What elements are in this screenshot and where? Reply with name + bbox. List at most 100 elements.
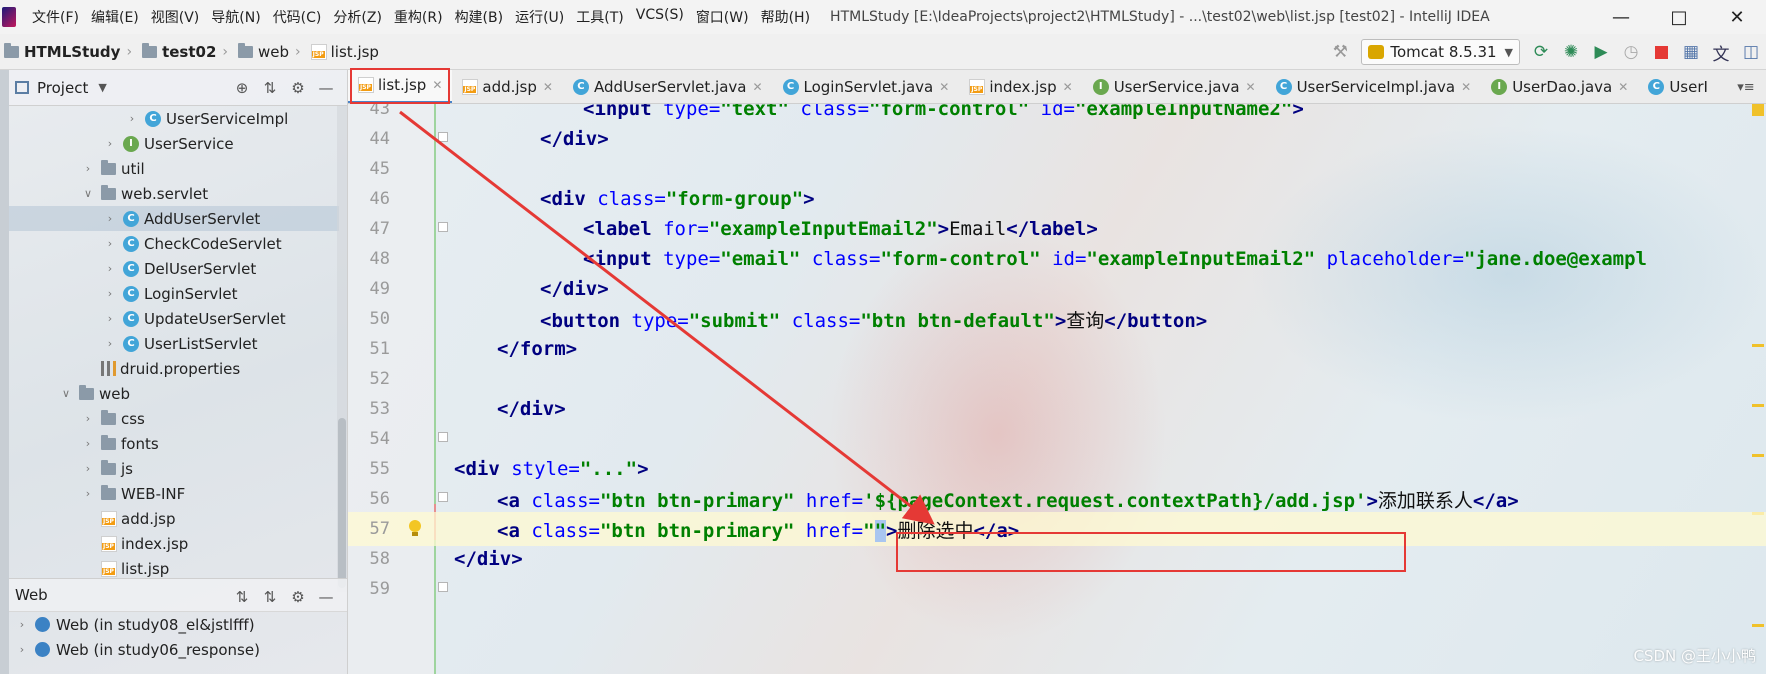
editor-tab[interactable]: C AddUserServlet.java ✕	[563, 70, 773, 103]
chevron-right-icon[interactable]: ›	[125, 112, 139, 125]
chevron-right-icon[interactable]: ›	[15, 643, 29, 656]
chevron-right-icon[interactable]: ›	[81, 162, 95, 175]
tree-item[interactable]: › C UserListServlet	[9, 331, 339, 356]
menu-item[interactable]: 重构(R)	[388, 7, 449, 27]
tree-item[interactable]: ∨ web	[9, 381, 339, 406]
tree-item[interactable]: index.jsp	[9, 531, 339, 556]
menu-item[interactable]: 文件(F)	[26, 7, 85, 27]
menu-item[interactable]: 运行(U)	[509, 7, 570, 27]
code-line[interactable]: 56 <a class="btn btn-primary" href='${pag…	[348, 482, 1766, 516]
chevron-right-icon[interactable]: ›	[81, 487, 95, 500]
stop-icon[interactable]	[1646, 37, 1676, 67]
chevron-right-icon[interactable]: ›	[103, 312, 117, 325]
hide-icon[interactable]: —	[312, 588, 340, 606]
fold-marker-icon[interactable]	[438, 492, 448, 502]
chevron-right-icon[interactable]: ›	[103, 137, 117, 150]
fold-marker-icon[interactable]	[438, 432, 448, 442]
chevron-right-icon[interactable]: ›	[81, 412, 95, 425]
code-line[interactable]: 50 <button type="submit" class="btn btn-d…	[348, 302, 1766, 336]
editor-tab[interactable]: add.jsp ✕	[452, 70, 563, 103]
code-line[interactable]: 49 </div>	[348, 272, 1766, 306]
fold-marker-icon[interactable]	[438, 132, 448, 142]
chevron-right-icon[interactable]: ›	[103, 262, 117, 275]
chevron-right-icon[interactable]: ›	[81, 437, 95, 450]
tree-item[interactable]: › C AddUserServlet	[9, 206, 339, 231]
code-line[interactable]: 55 <div style="...">	[348, 452, 1766, 486]
code-line[interactable]: 54	[348, 422, 1766, 456]
editor-tab[interactable]: C LoginServlet.java ✕	[773, 70, 960, 103]
project-structure-icon[interactable]: ▦	[1676, 37, 1706, 67]
translate-icon[interactable]: 文	[1706, 37, 1736, 67]
menu-item[interactable]: 工具(T)	[570, 7, 629, 27]
menu-item[interactable]: 导航(N)	[205, 7, 266, 27]
collapse-all-icon[interactable]: ⇅	[256, 588, 284, 606]
chevron-right-icon[interactable]: ›	[81, 462, 95, 475]
close-tab-icon[interactable]: ✕	[939, 80, 949, 94]
breadcrumb-file[interactable]: list.jsp	[310, 43, 379, 61]
run-with-coverage-icon[interactable]: ▶	[1586, 37, 1616, 67]
code-line[interactable]: 58 </div>	[348, 542, 1766, 576]
locate-icon[interactable]: ⊕	[228, 79, 256, 97]
breadcrumb-folder[interactable]: web	[238, 42, 289, 61]
chevron-down-icon[interactable]: ∨	[81, 187, 95, 200]
menu-item[interactable]: 构建(B)	[449, 7, 510, 27]
fold-marker-icon[interactable]	[438, 582, 448, 592]
menu-item[interactable]: 代码(C)	[267, 7, 328, 27]
chevron-right-icon[interactable]: ›	[103, 287, 117, 300]
run-configuration-select[interactable]: Tomcat 8.5.31 ▼	[1361, 39, 1520, 65]
gear-icon[interactable]: ⚙	[284, 588, 312, 606]
tree-item[interactable]: add.jsp	[9, 506, 339, 531]
tree-item[interactable]: › C UserServiceImpl	[9, 106, 339, 131]
project-view-selector[interactable]: Project ▼	[15, 79, 107, 97]
debug-icon[interactable]: ✺	[1556, 37, 1586, 67]
menu-item[interactable]: 分析(Z)	[327, 7, 388, 27]
menu-item[interactable]: 帮助(H)	[755, 7, 816, 27]
chevron-right-icon[interactable]: ›	[103, 237, 117, 250]
breadcrumb-project[interactable]: HTMLStudy	[4, 42, 120, 61]
code-line[interactable]: 51 </form>	[348, 332, 1766, 366]
web-tree-item[interactable]: › Web (in study06_response)	[9, 637, 339, 662]
web-tree-item[interactable]: › Web (in study08_el&jstlfff)	[9, 612, 339, 637]
collapse-all-icon[interactable]: ⇅	[256, 79, 284, 97]
chevron-right-icon[interactable]: ›	[15, 618, 29, 631]
code-line[interactable]: 44 </div>	[348, 122, 1766, 156]
minimize-icon[interactable]: —	[1592, 0, 1650, 34]
maximize-icon[interactable]: □	[1650, 0, 1708, 34]
close-tab-icon[interactable]: ✕	[432, 78, 442, 92]
profile-icon[interactable]: ◷	[1616, 37, 1646, 67]
code-line[interactable]: 59	[348, 572, 1766, 606]
chevron-right-icon[interactable]: ›	[103, 212, 117, 225]
code-line[interactable]: 47 <label for="exampleInputEmail2">Email<…	[348, 212, 1766, 246]
tree-item[interactable]: › C UpdateUserServlet	[9, 306, 339, 331]
editor-tab[interactable]: list.jsp ✕	[348, 70, 453, 103]
tree-item[interactable]: › C CheckCodeServlet	[9, 231, 339, 256]
close-tab-icon[interactable]: ✕	[1246, 80, 1256, 94]
tab-list-dropdown-icon[interactable]: ▾≡	[1726, 70, 1766, 103]
chevron-right-icon[interactable]: ›	[103, 337, 117, 350]
code-line[interactable]: 52	[348, 362, 1766, 396]
tree-item[interactable]: druid.properties	[9, 356, 339, 381]
tree-item[interactable]: › C LoginServlet	[9, 281, 339, 306]
fold-marker-icon[interactable]	[438, 222, 448, 232]
editor-tab[interactable]: I UserDao.java ✕	[1481, 70, 1638, 103]
editor-tab[interactable]: I UserService.java ✕	[1083, 70, 1266, 103]
warning-marker[interactable]	[1752, 624, 1764, 627]
menu-item[interactable]: VCS(S)	[630, 7, 690, 27]
hide-icon[interactable]: —	[312, 79, 340, 97]
code-editor[interactable]: 43 <input type="text" class="form-control…	[348, 104, 1766, 674]
expand-all-icon[interactable]: ⇅	[228, 588, 256, 606]
tree-item[interactable]: ∨ web.servlet	[9, 181, 339, 206]
tree-item[interactable]: › js	[9, 456, 339, 481]
menu-item[interactable]: 窗口(W)	[690, 7, 755, 27]
close-tab-icon[interactable]: ✕	[752, 80, 762, 94]
tree-item[interactable]: › I UserService	[9, 131, 339, 156]
project-scrollbar[interactable]	[337, 106, 347, 592]
layout-icon[interactable]: ◫	[1736, 37, 1766, 67]
chevron-down-icon[interactable]: ∨	[59, 387, 73, 400]
scrollbar-thumb[interactable]	[338, 418, 346, 588]
code-line[interactable]: 57 <a class="btn btn-primary" href="">删除选…	[348, 512, 1766, 546]
rerun-icon[interactable]: ⟳	[1526, 37, 1556, 67]
tree-item[interactable]: › fonts	[9, 431, 339, 456]
code-line[interactable]: 45	[348, 152, 1766, 186]
tree-item[interactable]: › css	[9, 406, 339, 431]
